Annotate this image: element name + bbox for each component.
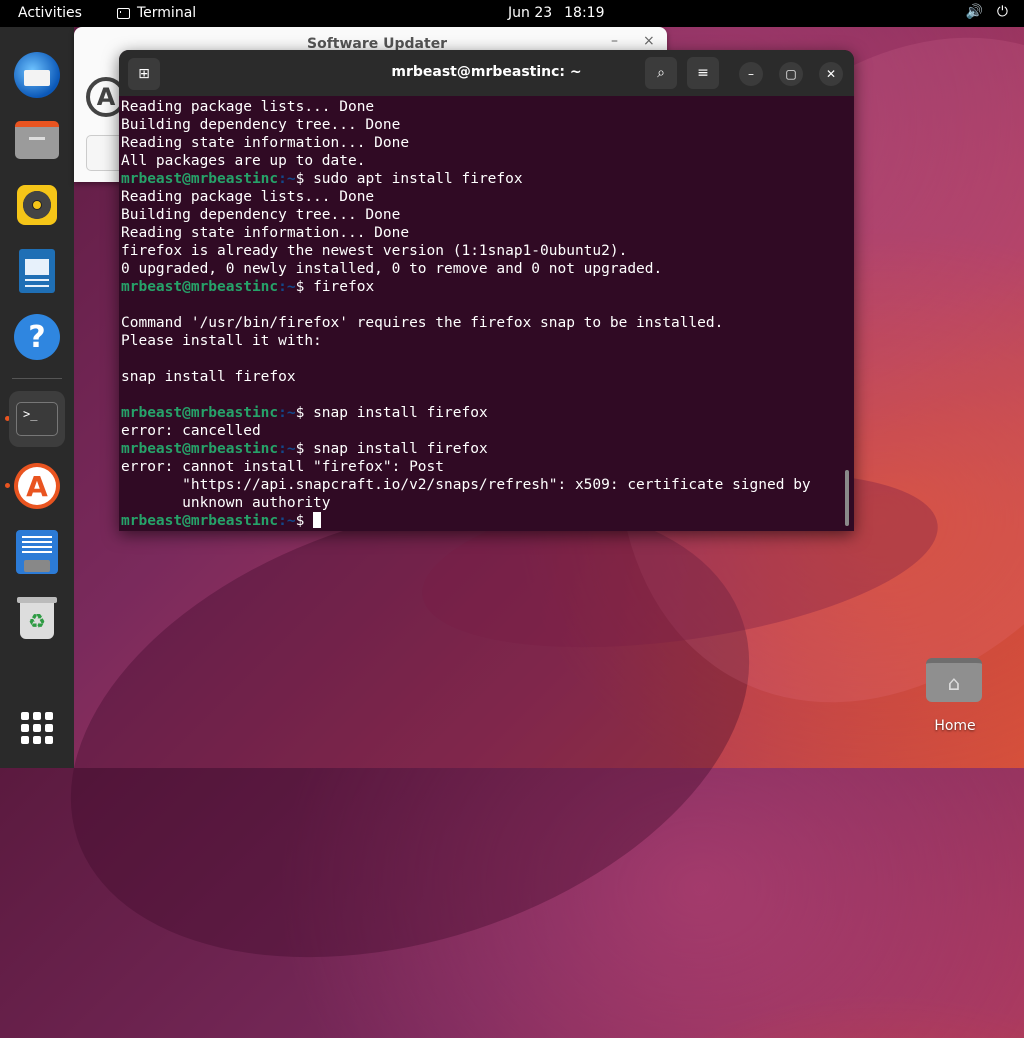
prompt-user: mrbeast@mrbeastinc: [121, 171, 279, 187]
terminal-output-line: Reading package lists... Done: [121, 189, 375, 205]
maximize-icon: ▢: [785, 67, 797, 81]
dock-item-thunderbird[interactable]: [9, 47, 65, 103]
dock-item-rhythmbox[interactable]: [9, 177, 65, 233]
volume-icon: 🔊: [965, 4, 983, 20]
desktop-icon-label: Home: [934, 718, 976, 734]
terminal-headerbar[interactable]: ⊞ mrbeast@mrbeastinc: ~ ⌕ ≡ – ▢ ✕: [119, 50, 854, 96]
activities-button[interactable]: Activities: [18, 5, 82, 21]
thunderbird-icon: [14, 52, 60, 98]
close-button[interactable]: ×: [643, 33, 655, 49]
prompt-user: mrbeast@mrbeastinc: [121, 279, 279, 295]
terminal-output-line: "https://api.snapcraft.io/v2/snaps/refre…: [121, 477, 811, 493]
prompt-user: mrbeast@mrbeastinc: [121, 441, 279, 457]
terminal-prompt-line: mrbeast@mrbeastinc:~$ firefox: [121, 278, 839, 296]
terminal-output-line: snap install firefox: [121, 369, 296, 385]
system-menu[interactable]: 🔊 ⏻: [965, 4, 1008, 20]
terminal-icon: >_: [16, 402, 58, 436]
hamburger-menu-icon: ≡: [697, 65, 709, 81]
text-editor-icon: [16, 530, 58, 574]
show-applications-button[interactable]: [9, 700, 65, 756]
maximize-button[interactable]: ▢: [779, 62, 803, 86]
close-icon: ✕: [825, 67, 837, 81]
prompt-path: :~: [278, 171, 296, 187]
app-menu[interactable]: Terminal: [117, 5, 196, 21]
close-button[interactable]: ✕: [819, 62, 843, 86]
prompt-path: :~: [278, 279, 296, 295]
dock-item-software[interactable]: A: [9, 458, 65, 514]
files-icon: [15, 121, 59, 159]
terminal-prompt-line: mrbeast@mrbeastinc:~$: [121, 512, 839, 530]
help-icon: ?: [14, 314, 60, 360]
terminal-output-line: unknown authority: [121, 495, 331, 511]
power-icon: ⏻: [996, 4, 1008, 20]
trash-icon: ♻: [17, 597, 57, 639]
terminal-cursor: [313, 512, 322, 528]
terminal-output-line: Reading state information... Done: [121, 135, 410, 151]
minimize-button[interactable]: –: [611, 33, 618, 49]
prompt-user: mrbeast@mrbeastinc: [121, 513, 279, 529]
prompt-path: :~: [278, 513, 296, 529]
search-icon: ⌕: [657, 65, 665, 81]
terminal-output-line: 0 upgraded, 0 newly installed, 0 to remo…: [121, 261, 663, 277]
prompt-symbol: $: [295, 441, 314, 457]
prompt-user: mrbeast@mrbeastinc: [121, 405, 279, 421]
terminal-output-line: error: cannot install "firefox": Post: [121, 459, 445, 475]
command-text: snap install firefox: [313, 405, 488, 421]
app-menu-label: Terminal: [137, 5, 197, 21]
dock: ? >_ A ♻: [0, 27, 74, 768]
dock-item-trash[interactable]: ♻: [9, 590, 65, 646]
rhythmbox-icon: [17, 185, 57, 225]
dock-item-files[interactable]: [9, 112, 65, 168]
terminal-output-line: Building dependency tree... Done: [121, 117, 401, 133]
app-grid-icon: [21, 712, 53, 744]
prompt-symbol: $: [295, 405, 314, 421]
terminal-output-line: Reading state information... Done: [121, 225, 410, 241]
software-store-icon: A: [14, 463, 60, 509]
command-text: firefox: [313, 279, 375, 295]
menu-button[interactable]: ≡: [687, 57, 719, 89]
minimize-icon: –: [748, 67, 754, 81]
terminal-output-line: Reading package lists... Done: [121, 99, 375, 115]
terminal-output-line: Please install it with:: [121, 333, 322, 349]
prompt-symbol: $: [295, 171, 314, 187]
minimize-button[interactable]: –: [739, 62, 763, 86]
dock-item-text-editor[interactable]: [9, 524, 65, 580]
terminal-output-line: Building dependency tree... Done: [121, 207, 401, 223]
terminal-output-line: firefox is already the newest version (1…: [121, 243, 628, 259]
top-bar: Activities Terminal Jun 23 18:19 🔊 ⏻: [0, 0, 1024, 27]
prompt-symbol: $: [295, 513, 314, 529]
writer-icon: [19, 249, 55, 293]
dock-separator: [12, 378, 62, 379]
clock[interactable]: Jun 23 18:19: [508, 5, 605, 21]
clock-date: Jun 23: [508, 5, 553, 21]
terminal-output[interactable]: Reading package lists... Done Building de…: [121, 98, 839, 531]
home-folder-icon: ⌂: [926, 658, 982, 702]
command-text: sudo apt install firefox: [313, 171, 523, 187]
dock-item-terminal[interactable]: >_: [9, 391, 65, 447]
clock-time: 18:19: [564, 5, 605, 21]
terminal-output-line: error: cancelled: [121, 423, 261, 439]
command-text: snap install firefox: [313, 441, 488, 457]
terminal-output-line: All packages are up to date.: [121, 153, 366, 169]
terminal-icon: [117, 7, 130, 19]
terminal-prompt-line: mrbeast@mrbeastinc:~$ sudo apt install f…: [121, 170, 839, 188]
dock-item-writer[interactable]: [9, 243, 65, 299]
terminal-scrollbar[interactable]: [845, 470, 849, 526]
terminal-output-line: Command '/usr/bin/firefox' requires the …: [121, 315, 724, 331]
prompt-path: :~: [278, 441, 296, 457]
terminal-window[interactable]: ⊞ mrbeast@mrbeastinc: ~ ⌕ ≡ – ▢ ✕ Readin…: [119, 50, 854, 531]
prompt-symbol: $: [295, 279, 314, 295]
dock-item-help[interactable]: ?: [9, 309, 65, 365]
terminal-prompt-line: mrbeast@mrbeastinc:~$ snap install firef…: [121, 404, 839, 422]
prompt-path: :~: [278, 405, 296, 421]
terminal-prompt-line: mrbeast@mrbeastinc:~$ snap install firef…: [121, 440, 839, 458]
search-button[interactable]: ⌕: [645, 57, 677, 89]
desktop-home-folder[interactable]: ⌂ Home: [926, 658, 984, 734]
